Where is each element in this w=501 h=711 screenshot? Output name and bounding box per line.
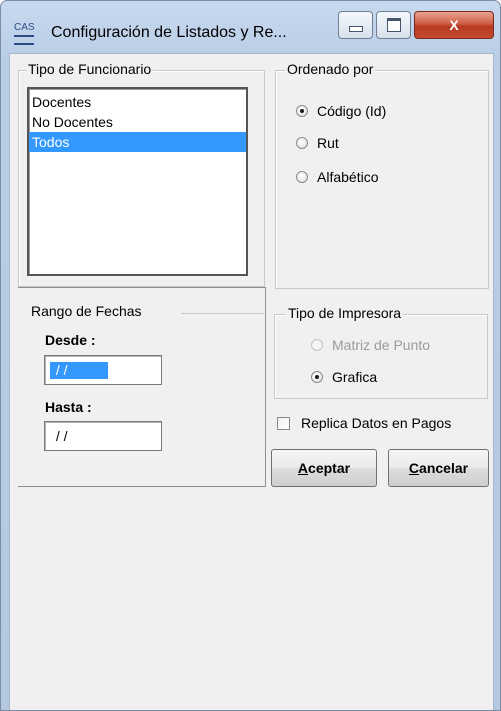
rango-fechas-legend: Rango de Fechas [29, 303, 144, 319]
list-item[interactable]: No Docentes [29, 112, 246, 132]
radio-label: Alfabético [317, 169, 379, 185]
radio-alfabetico[interactable]: Alfabético [296, 169, 378, 185]
close-icon: X [449, 17, 459, 33]
dialog-window: CAS Configuración de Listados y Re... X … [0, 0, 501, 711]
hasta-label: Hasta : [45, 399, 92, 415]
tipo-funcionario-list[interactable]: Docentes No Docentes Todos [27, 87, 248, 276]
radio-button[interactable] [296, 137, 308, 149]
title-bar[interactable]: CAS Configuración de Listados y Re... X [1, 1, 500, 53]
radio-label: Grafica [332, 369, 378, 385]
list-item[interactable]: Docentes [29, 92, 246, 112]
radio-button[interactable] [296, 171, 308, 183]
radio-button[interactable] [296, 105, 308, 117]
radio-matriz-de-punto[interactable]: Matriz de Punto [311, 337, 430, 353]
tipo-funcionario-legend: Tipo de Funcionario [26, 61, 154, 77]
cancelar-label: ancelar [419, 460, 469, 476]
radio-grafica[interactable]: Grafica [311, 369, 377, 385]
replica-datos-checkbox-row[interactable]: Replica Datos en Pagos [277, 415, 451, 431]
radio-label: Matriz de Punto [332, 337, 431, 353]
list-item[interactable]: Todos [29, 132, 246, 152]
section-divider [181, 313, 264, 314]
desde-date-value: / / [50, 362, 108, 379]
radio-codigo[interactable]: Código (Id) [296, 103, 386, 119]
section-divider [265, 287, 266, 487]
desde-date-field[interactable]: / / [44, 355, 162, 385]
cancelar-button[interactable]: Cancelar [388, 449, 489, 487]
radio-label: Rut [317, 135, 339, 151]
radio-label: Código (Id) [317, 103, 387, 119]
replica-datos-label: Replica Datos en Pagos [301, 415, 452, 431]
radio-button[interactable] [311, 371, 323, 383]
aceptar-label: ceptar [308, 460, 351, 476]
close-button[interactable]: X [414, 11, 494, 39]
app-icon: CAS [14, 23, 40, 45]
tipo-impresora-group: Tipo de Impresora [274, 305, 488, 399]
tipo-impresora-legend: Tipo de Impresora [286, 305, 404, 321]
cancelar-mnemonic: C [408, 460, 420, 476]
window-title: Configuración de Listados y Re... [51, 24, 287, 41]
maximize-button[interactable] [376, 11, 411, 39]
minimize-icon [348, 26, 363, 32]
hasta-date-field[interactable]: / / [44, 421, 162, 451]
minimize-button[interactable] [338, 11, 373, 39]
replica-datos-checkbox[interactable] [277, 416, 290, 430]
aceptar-button[interactable]: Aceptar [271, 449, 377, 487]
ordenado-por-legend: Ordenado por [285, 61, 376, 77]
aceptar-mnemonic: A [297, 460, 309, 476]
section-divider [18, 287, 265, 288]
hasta-date-value: / / [52, 428, 68, 444]
radio-rut[interactable]: Rut [296, 135, 339, 151]
radio-button[interactable] [311, 339, 323, 351]
desde-label: Desde : [45, 332, 96, 348]
maximize-icon [386, 18, 401, 32]
section-divider [18, 486, 266, 487]
